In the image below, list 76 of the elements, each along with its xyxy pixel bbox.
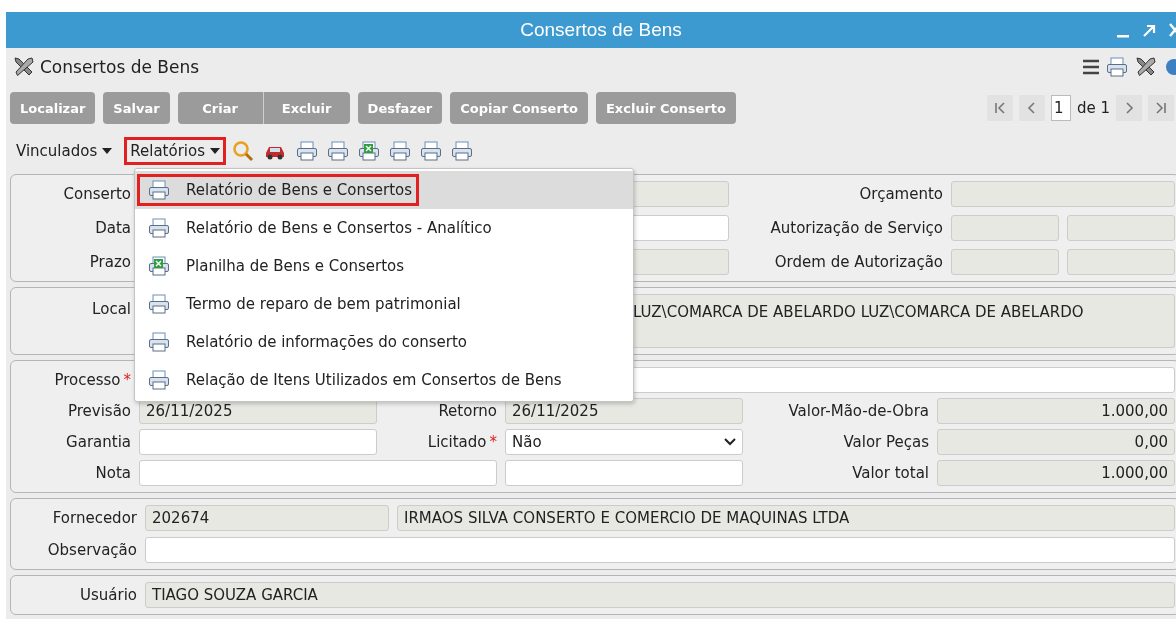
printer-icon[interactable]: [295, 141, 318, 161]
field-label: Valor total: [851, 464, 929, 482]
printer-icon[interactable]: [1106, 57, 1128, 77]
input-field[interactable]: 1.000,00: [937, 398, 1175, 424]
input-field[interactable]: IRMAOS SILVA CONSERTO E COMERCIO DE MAQUINAS LTDA: [397, 505, 1175, 531]
tools-icon[interactable]: [1134, 55, 1158, 79]
menu-icon[interactable]: [1082, 59, 1100, 75]
field-label: Processo *: [53, 371, 131, 389]
field-label: Valor Peças: [842, 433, 929, 451]
chevron-icon: [724, 438, 736, 446]
input-field[interactable]: [951, 181, 1175, 207]
field-label: Previsão: [66, 402, 131, 420]
tools-icon: [12, 55, 36, 79]
field-label: Data: [94, 219, 131, 237]
input-field[interactable]: [951, 249, 1059, 275]
field-label: Local: [91, 299, 131, 318]
next-page-button[interactable]: [1116, 95, 1142, 121]
field-label: Autorização de Serviço: [769, 219, 943, 237]
spreadsheet-icon[interactable]: [357, 141, 380, 161]
field-label: Fornecedor: [51, 509, 137, 527]
menu-item[interactable]: Planilha de Bens e Consertos: [135, 247, 633, 285]
menu-item[interactable]: Relatório de informações do conserto: [135, 323, 633, 361]
window-title: Consertos de Bens: [520, 19, 682, 41]
input-field[interactable]: [139, 429, 377, 455]
input-field[interactable]: 26/11/2025: [505, 398, 743, 424]
printer-icon[interactable]: [326, 141, 349, 161]
field-label: Garantia: [65, 433, 131, 451]
input-field[interactable]: [1067, 249, 1175, 275]
field-label: Nota: [94, 464, 131, 482]
field-label: Conserto: [62, 185, 131, 203]
caret-icon: [209, 148, 220, 154]
first-page-icon: [993, 102, 1006, 114]
printer-icon[interactable]: [148, 370, 170, 390]
chevron-right-icon: [1123, 102, 1135, 114]
field-label: Usuário: [79, 586, 137, 604]
printer-icon[interactable]: [450, 141, 473, 161]
printer-icon[interactable]: [419, 141, 442, 161]
last-page-button[interactable]: [1148, 95, 1174, 121]
field-label: Observação: [46, 541, 137, 559]
field-label: Retorno: [437, 402, 497, 420]
input-field[interactable]: 1.000,00: [937, 460, 1175, 486]
search-icon[interactable]: [231, 140, 254, 162]
menu-dropdown[interactable]: Relatórios: [124, 137, 226, 165]
spreadsheet-icon[interactable]: [148, 256, 170, 276]
printer-icon[interactable]: [148, 218, 170, 238]
menu-dropdown[interactable]: Vinculados: [10, 137, 119, 165]
field-label: Ordem de Autorização: [773, 253, 943, 271]
select-field[interactable]: Não: [505, 429, 743, 455]
first-page-button[interactable]: [986, 95, 1013, 121]
page-input[interactable]: 1: [1050, 95, 1071, 121]
field-label: Licitado *: [426, 433, 497, 451]
printer-icon[interactable]: [148, 180, 170, 200]
field-label: Prazo: [88, 253, 131, 271]
field-label: Valor-Mão-de-Obra: [787, 402, 929, 420]
input-field[interactable]: TIAGO SOUZA GARCIA: [145, 582, 1175, 608]
input-field[interactable]: [951, 215, 1059, 241]
input-field[interactable]: [1067, 215, 1175, 241]
last-page-icon: [1155, 102, 1167, 114]
caret-icon: [102, 148, 113, 154]
menu-item[interactable]: Relatório de Bens e Consertos: [135, 171, 633, 209]
input-field[interactable]: 202674: [145, 505, 389, 531]
previous-page-button[interactable]: [1018, 95, 1045, 121]
page-count: de 1: [1076, 99, 1110, 117]
menu-item[interactable]: Termo de reparo de bem patrimonial: [135, 285, 633, 323]
input-field[interactable]: [145, 537, 1175, 563]
menu-item[interactable]: Relação de Itens Utilizados em Consertos de Bens: [135, 361, 633, 399]
printer-icon[interactable]: [388, 141, 411, 161]
page-title: Consertos de Bens: [40, 57, 201, 77]
input-field[interactable]: 0,00: [937, 429, 1175, 455]
input-field[interactable]: [505, 460, 743, 486]
printer-icon[interactable]: [148, 332, 170, 352]
chevron-left-icon: [1025, 102, 1038, 114]
printer-icon[interactable]: [148, 294, 170, 314]
input-field[interactable]: [139, 460, 497, 486]
field-label: Orçamento: [858, 185, 943, 203]
menu-item[interactable]: Relatório de Bens e Consertos - Analítico: [135, 209, 633, 247]
